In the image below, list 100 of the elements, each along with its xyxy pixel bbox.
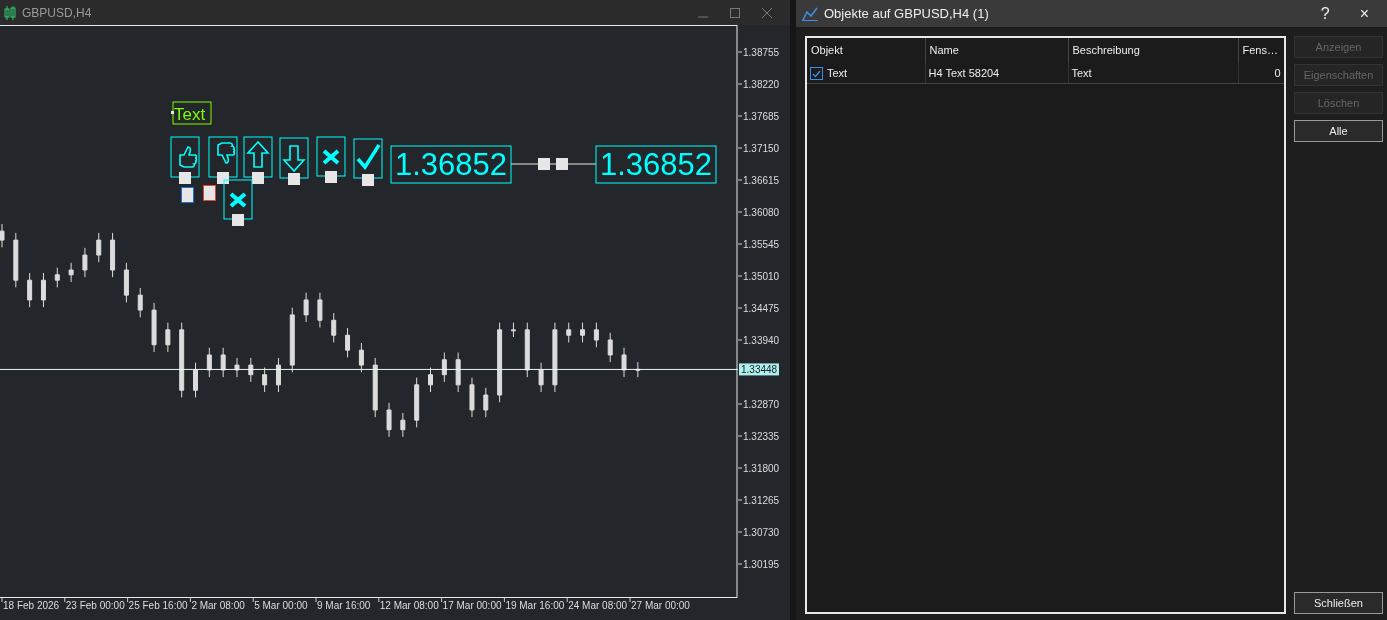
candle bbox=[54, 267, 60, 288]
price-label[interactable]: 1.36852 bbox=[595, 145, 717, 184]
close-icon[interactable] bbox=[762, 7, 772, 18]
time-axis-label: 19 Mar 16:00 bbox=[505, 600, 565, 611]
candle bbox=[538, 362, 544, 393]
candle bbox=[234, 357, 240, 378]
candle bbox=[635, 361, 641, 378]
price-axis-label: 1.30730 bbox=[743, 527, 780, 538]
price-axis-label: 1.35010 bbox=[743, 271, 780, 282]
price-axis-label: 1.35545 bbox=[743, 239, 780, 250]
table-cell: Text bbox=[1068, 62, 1238, 84]
candle bbox=[96, 232, 102, 263]
candle bbox=[193, 362, 198, 398]
candle bbox=[607, 332, 613, 363]
candle bbox=[137, 287, 143, 318]
candle bbox=[220, 347, 226, 378]
candles-icon bbox=[4, 5, 16, 20]
price-axis-label: 1.31265 bbox=[743, 495, 780, 506]
thumbs-up-marker[interactable] bbox=[170, 136, 200, 184]
price-axis-label: 1.32335 bbox=[743, 431, 780, 442]
help-button[interactable]: ? bbox=[1308, 3, 1342, 24]
candle bbox=[289, 307, 295, 373]
marker-handle[interactable] bbox=[203, 185, 216, 201]
column-header[interactable]: Fens… bbox=[1238, 38, 1284, 63]
candle bbox=[580, 322, 586, 343]
candle bbox=[593, 322, 599, 348]
candle bbox=[165, 322, 171, 353]
candle bbox=[386, 402, 392, 438]
column-header[interactable]: Objekt bbox=[807, 38, 925, 63]
candle bbox=[469, 377, 475, 418]
candle bbox=[82, 247, 88, 278]
table-cell: H4 Text 58204 bbox=[925, 62, 1068, 84]
candle bbox=[262, 367, 268, 393]
candle bbox=[524, 322, 530, 378]
thumbs-down-marker[interactable] bbox=[208, 136, 238, 184]
candle bbox=[206, 347, 212, 378]
candle bbox=[40, 272, 46, 308]
candle bbox=[441, 352, 447, 383]
price-axis-label: 1.37150 bbox=[743, 143, 780, 154]
cross-marker[interactable] bbox=[316, 136, 346, 183]
candle bbox=[400, 412, 406, 438]
candle bbox=[68, 262, 74, 283]
chart-line-icon bbox=[802, 6, 818, 21]
price-axis-label: 1.31800 bbox=[743, 463, 780, 474]
window-title: GBPUSD,H4 bbox=[22, 4, 92, 22]
candle bbox=[110, 232, 116, 278]
check-marker[interactable] bbox=[353, 138, 383, 186]
candle bbox=[248, 357, 254, 383]
price-axis-label: 1.37685 bbox=[743, 111, 780, 122]
time-axis-label: 24 Mar 08:00 bbox=[568, 600, 628, 611]
text-label[interactable]: Text bbox=[171, 101, 212, 125]
price-axis-label: 1.30195 bbox=[743, 559, 780, 570]
time-axis-label: 17 Mar 00:00 bbox=[442, 600, 502, 611]
table-cell: Text bbox=[827, 66, 848, 79]
candle bbox=[566, 322, 572, 343]
candle bbox=[123, 262, 129, 303]
price-axis-label: 1.34475 bbox=[743, 303, 780, 314]
candle bbox=[372, 357, 378, 418]
time-axis-label: 5 Mar 00:00 bbox=[254, 600, 308, 611]
candle bbox=[621, 347, 627, 378]
close-dialog-button[interactable]: Schließen bbox=[1294, 592, 1383, 614]
time-axis-label: 18 Feb 2026 bbox=[3, 600, 60, 611]
time-axis-label: 25 Feb 16:00 bbox=[128, 600, 188, 611]
candle bbox=[13, 232, 19, 288]
candle bbox=[317, 292, 323, 328]
price-axis-label: 1.38755 bbox=[743, 47, 780, 58]
table-cell: 0 bbox=[1238, 62, 1284, 84]
candle bbox=[358, 342, 364, 373]
price-label[interactable]: 1.36852 bbox=[390, 145, 512, 184]
candle bbox=[552, 322, 558, 393]
candle bbox=[27, 272, 33, 308]
candle bbox=[414, 377, 420, 428]
candle bbox=[331, 312, 337, 343]
candle bbox=[483, 387, 489, 418]
cross-marker[interactable] bbox=[223, 179, 253, 226]
dialog-title: Objekte auf GBPUSD,H4 (1) bbox=[824, 4, 989, 23]
price-axis-label: 1.36615 bbox=[743, 175, 780, 186]
price-axis-label: 1.33940 bbox=[743, 335, 780, 346]
marker-handle[interactable] bbox=[181, 187, 194, 203]
column-header[interactable]: Beschreibung bbox=[1068, 38, 1238, 63]
price-axis-label: 1.36080 bbox=[743, 207, 780, 218]
current-price-label: 1.33448 bbox=[739, 363, 779, 376]
candle bbox=[510, 322, 516, 338]
arrow-up-marker[interactable] bbox=[243, 136, 273, 184]
checkbox[interactable] bbox=[810, 67, 823, 81]
candle bbox=[275, 357, 281, 393]
close-button[interactable]: × bbox=[1347, 3, 1381, 24]
maximize-icon[interactable] bbox=[730, 7, 740, 18]
arrow-down-marker[interactable] bbox=[279, 137, 309, 185]
time-axis-label: 23 Feb 00:00 bbox=[65, 600, 125, 611]
column-header[interactable]: Name bbox=[925, 38, 1068, 63]
time-axis-label: 9 Mar 16:00 bbox=[317, 600, 371, 611]
candle bbox=[303, 292, 309, 323]
trend-line[interactable] bbox=[510, 158, 597, 170]
candle bbox=[151, 302, 157, 353]
time-axis-label: 2 Mar 08:00 bbox=[191, 600, 245, 611]
candle bbox=[455, 352, 461, 393]
price-axis-label: 1.38220 bbox=[743, 79, 780, 90]
time-axis-label: 27 Mar 00:00 bbox=[631, 600, 690, 611]
dialog-button[interactable]: Alle bbox=[1294, 120, 1383, 142]
